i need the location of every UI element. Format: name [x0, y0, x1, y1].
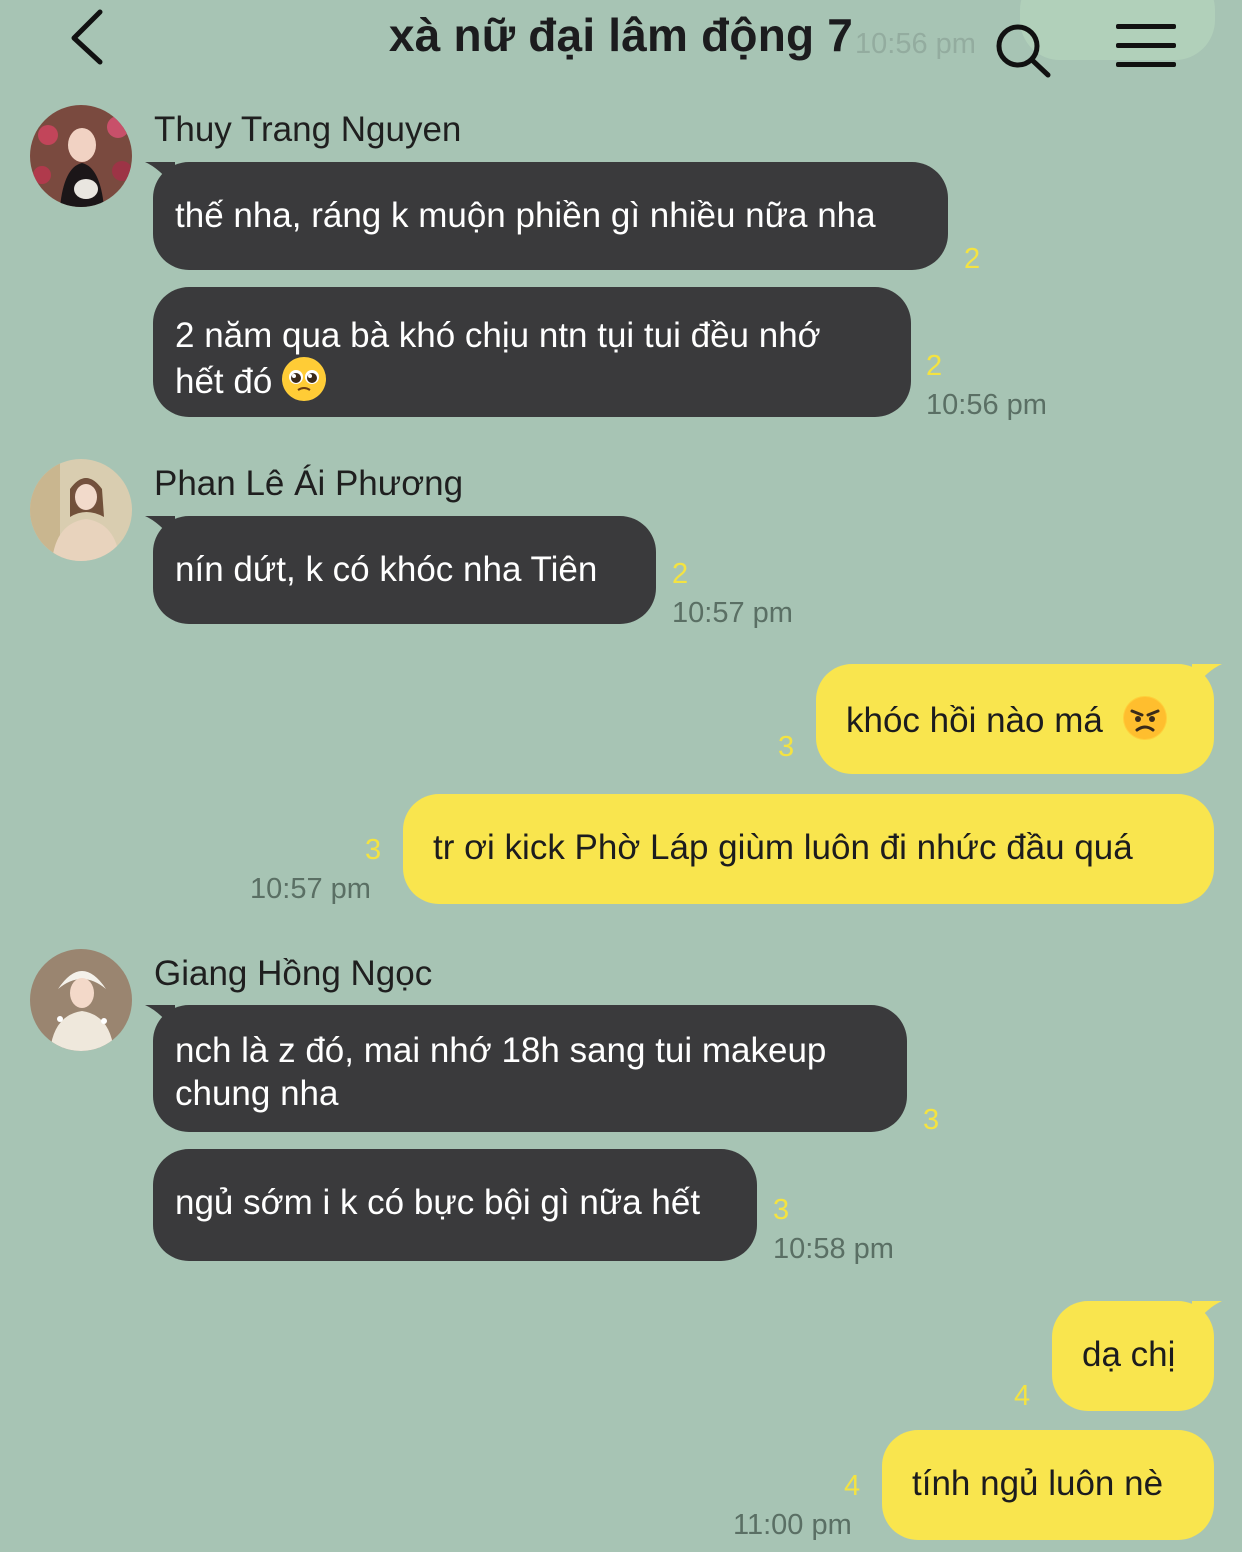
avatar[interactable]	[30, 949, 132, 1051]
timestamp: 11:00 pm	[733, 1509, 852, 1541]
message-bubble[interactable]: dạ chị	[1052, 1301, 1222, 1411]
timestamp: 10:57 pm	[672, 597, 793, 629]
message-bubble[interactable]: nch là z đó, mai nhớ 18h sang tui makeup…	[145, 1005, 907, 1132]
message-text: 2 năm qua bà khó chịu ntn tụi tui đều nh…	[175, 316, 821, 355]
message-text: thế nha, ráng k muộn phiền gì nhiều nữa …	[175, 196, 876, 235]
message-bubble[interactable]: tính ngủ luôn nè	[882, 1430, 1214, 1540]
message-bubble[interactable]: thế nha, ráng k muộn phiền gì nhiều nữa …	[145, 162, 948, 270]
read-count: 2	[964, 243, 981, 275]
message-text: hết đó	[175, 362, 273, 401]
message-text: nch là z đó, mai nhớ 18h sang tui makeup	[175, 1031, 827, 1070]
message-text: dạ chị	[1082, 1335, 1176, 1374]
avatar[interactable]	[30, 105, 132, 207]
message-bubble[interactable]: khóc hồi nào má	[816, 664, 1222, 774]
angry-face-emoji	[1122, 696, 1167, 740]
message-bubble[interactable]: tr ơi kick Phờ Láp giùm luôn đi nhức đầu…	[403, 794, 1214, 904]
read-count: 4	[1014, 1380, 1031, 1412]
pleading-face-emoji	[282, 357, 327, 401]
timestamp: 10:58 pm	[773, 1233, 894, 1265]
message-text: khóc hồi nào má	[846, 701, 1103, 740]
message-bubble[interactable]: 2 năm qua bà khó chịu ntn tụi tui đều nh…	[153, 287, 911, 417]
message-text: tr ơi kick Phờ Láp giùm luôn đi nhức đầu…	[433, 828, 1133, 867]
avatar[interactable]	[30, 459, 132, 561]
message-text: tính ngủ luôn nè	[912, 1464, 1164, 1503]
read-count: 3	[773, 1194, 790, 1226]
timestamp: 10:57 pm	[250, 873, 371, 905]
chat-title: xà nữ đại lâm động 7	[388, 9, 854, 61]
read-count: 3	[923, 1104, 940, 1136]
read-count: 2	[926, 350, 943, 382]
timestamp: 10:56 pm	[926, 389, 1047, 421]
sender-name: Phan Lê Ái Phương	[154, 464, 464, 503]
menu-icon[interactable]	[1114, 22, 1178, 70]
read-count: 3	[778, 731, 795, 763]
message-bubble[interactable]: nín dứt, k có khóc nha Tiên	[145, 516, 656, 624]
message-text: chung nha	[175, 1074, 339, 1113]
sender-name: Giang Hồng Ngọc	[154, 954, 433, 993]
read-count: 3	[365, 834, 382, 866]
sender-name: Thuy Trang Nguyen	[154, 110, 462, 149]
message-text: ngủ sớm i k có bực bội gì nữa hết	[175, 1183, 701, 1222]
search-icon[interactable]	[990, 18, 1054, 82]
message-text: nín dứt, k có khóc nha Tiên	[175, 550, 598, 589]
message-bubble[interactable]: ngủ sớm i k có bực bội gì nữa hết	[153, 1149, 757, 1261]
read-count: 4	[844, 1470, 861, 1502]
read-count: 2	[672, 558, 689, 590]
